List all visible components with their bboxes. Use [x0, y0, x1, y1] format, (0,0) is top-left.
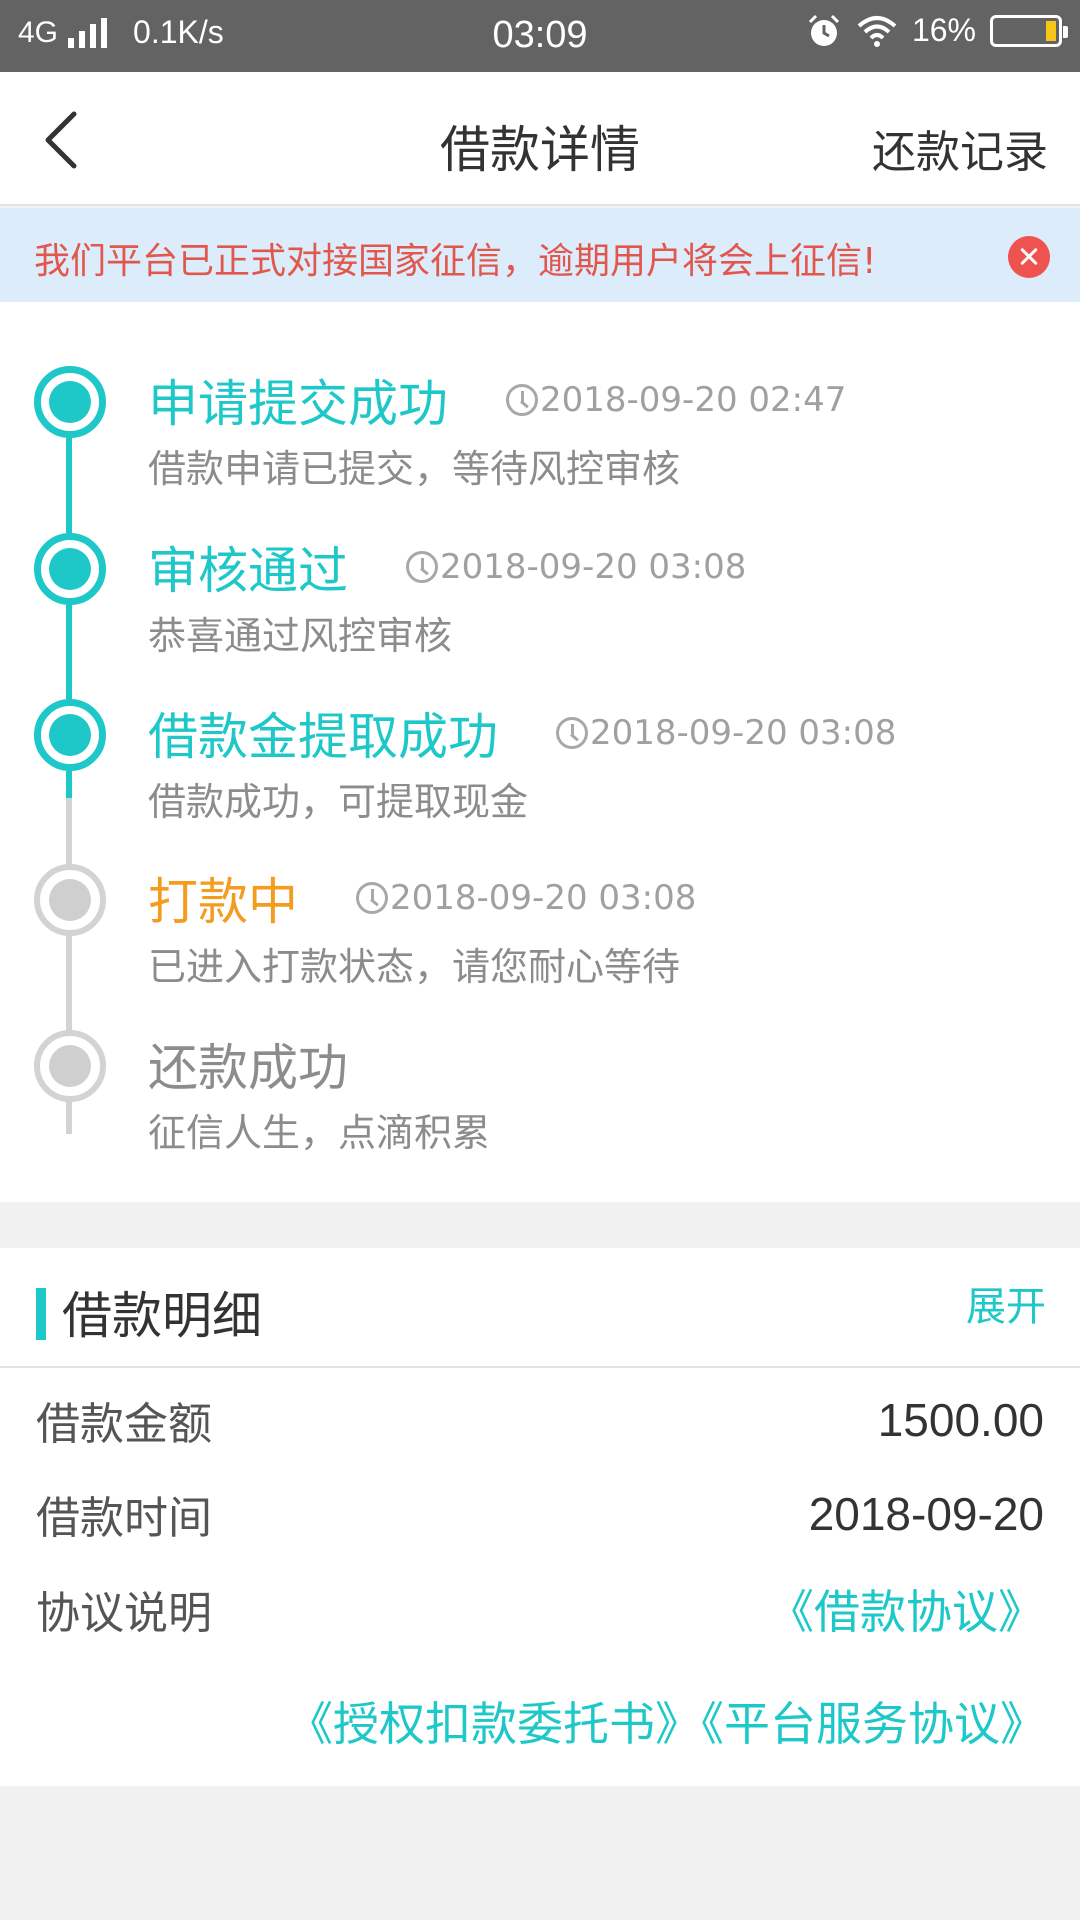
- step-time-text: 2018-09-20 03:08: [390, 878, 697, 918]
- step-title: 申请提交成功: [148, 375, 448, 433]
- step-description: 借款成功，可提取现金: [148, 780, 529, 824]
- status-right: 16%: [806, 12, 1068, 49]
- section-title: 借款明细: [62, 1287, 262, 1345]
- step-time: 2018-09-20 03:08: [356, 878, 696, 918]
- step-time: 2018-09-20 03:08: [406, 547, 746, 587]
- step-title: 还款成功: [148, 1039, 348, 1097]
- timeline-dot: [34, 1030, 106, 1102]
- agreement-label: 协议说明: [36, 1588, 212, 1639]
- platform-service-agreement-link[interactable]: 《平台服务协议》: [701, 1697, 1046, 1751]
- agreement-row: 协议说明 《借款协议》: [36, 1576, 1044, 1642]
- clock-icon: [356, 882, 388, 914]
- step-time: 2018-09-20 03:08: [556, 713, 896, 753]
- close-notice-icon[interactable]: [1008, 236, 1050, 278]
- step-time-text: 2018-09-20 03:08: [440, 547, 747, 587]
- repayment-records-button[interactable]: 还款记录: [872, 116, 1048, 180]
- timeline-dot: [34, 533, 106, 605]
- notice-text: 我们平台已正式对接国家征信，逾期用户将会上征信!: [34, 241, 877, 282]
- clock-icon: [406, 551, 438, 583]
- step-title: 审核通过: [148, 542, 348, 600]
- loan-amount-row: 借款金额 1500.00: [36, 1388, 1044, 1452]
- agreement-links: 《授权扣款委托书》《平台服务协议》: [287, 1688, 1046, 1754]
- alarm-icon: [808, 14, 840, 46]
- step-title: 借款金提取成功: [148, 708, 498, 766]
- timeline-dot: [34, 864, 106, 936]
- loan-details-card: 借款明细 展开 借款金额 1500.00 借款时间 2018-09-20 协议说…: [0, 1248, 1080, 1786]
- section-accent-bar: [36, 1288, 46, 1340]
- status-bar: 4G 0.1K/s 03:09 16%: [0, 0, 1080, 72]
- clock-icon: [506, 384, 538, 416]
- step-description: 借款申请已提交，等待风控审核: [148, 447, 681, 491]
- authorization-letter-link[interactable]: 《授权扣款委托书》: [287, 1697, 701, 1751]
- loan-date-value: 2018-09-20: [808, 1488, 1044, 1540]
- loan-date-row: 借款时间 2018-09-20: [36, 1482, 1044, 1546]
- battery-icon: [990, 14, 1068, 47]
- loan-agreement-link[interactable]: 《借款协议》: [768, 1576, 1044, 1642]
- step-description: 征信人生，点滴积累: [148, 1111, 491, 1155]
- loan-date-label: 借款时间: [36, 1493, 212, 1544]
- clock-icon: [556, 717, 588, 749]
- step-time: 2018-09-20 02:47: [506, 380, 846, 420]
- step-time-text: 2018-09-20 02:47: [540, 380, 847, 420]
- step-description: 恭喜通过风控审核: [148, 614, 453, 658]
- loan-progress-timeline: 申请提交成功 2018-09-20 02:47 借款申请已提交，等待风控审核 审…: [0, 302, 1080, 1202]
- timeline-step: 借款金提取成功 2018-09-20 03:08 借款成功，可提取现金: [148, 697, 896, 826]
- step-time-text: 2018-09-20 03:08: [590, 713, 897, 753]
- credit-notice-banner: 我们平台已正式对接国家征信，逾期用户将会上征信!: [0, 208, 1080, 302]
- step-title: 打款中: [148, 873, 298, 931]
- step-description: 已进入打款状态，请您耐心等待: [148, 945, 681, 989]
- loan-amount-label: 借款金额: [36, 1399, 212, 1450]
- timeline-step: 打款中 2018-09-20 03:08 已进入打款状态，请您耐心等待: [148, 862, 696, 991]
- battery-percent: 16%: [911, 12, 976, 48]
- timeline-step: 审核通过 2018-09-20 03:08 恭喜通过风控审核: [148, 531, 746, 660]
- wifi-icon: [857, 15, 897, 47]
- timeline-dot: [34, 366, 106, 438]
- timeline-step: 申请提交成功 2018-09-20 02:47 借款申请已提交，等待风控审核: [148, 364, 846, 493]
- timeline-dot: [34, 699, 106, 771]
- loan-amount-value: 1500.00: [877, 1394, 1044, 1446]
- app-header: 借款详情 还款记录: [0, 72, 1080, 206]
- loan-details-header: 借款明细 展开: [0, 1248, 1080, 1368]
- timeline-step: 还款成功 征信人生，点滴积累: [148, 1028, 490, 1157]
- expand-button[interactable]: 展开: [966, 1274, 1046, 1332]
